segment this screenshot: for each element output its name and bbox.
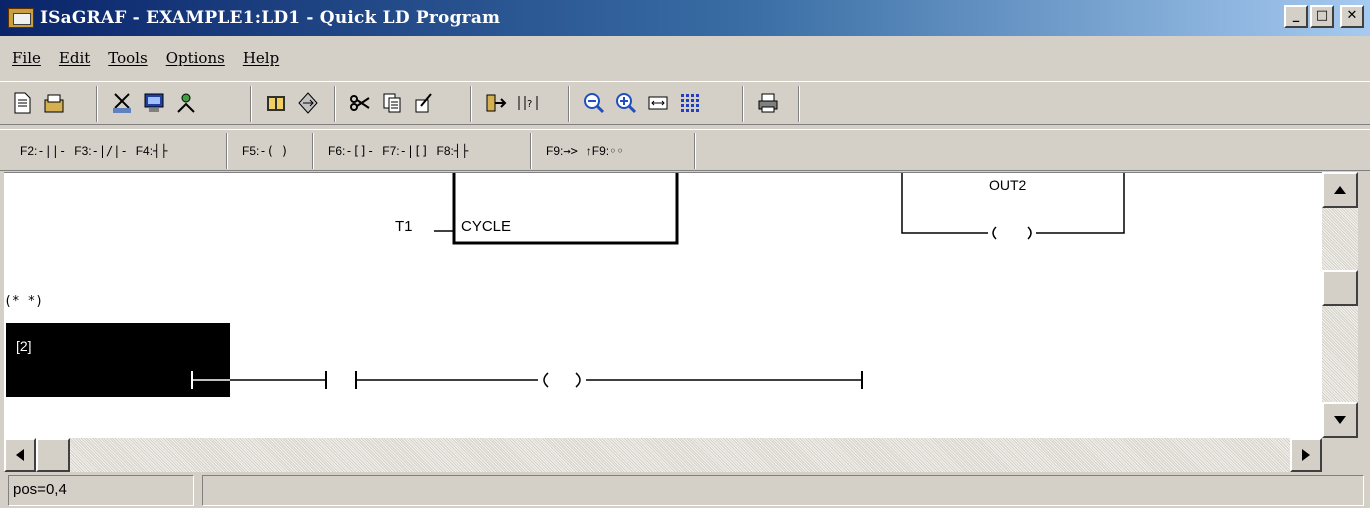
main-toolbar: ? — [0, 81, 1370, 125]
switch-icon[interactable] — [296, 91, 320, 115]
status-position: pos=0,4 — [8, 475, 194, 506]
close-button[interactable]: ✕ — [1340, 5, 1364, 28]
app-icon — [8, 8, 34, 28]
scroll-right-button[interactable] — [1290, 438, 1322, 472]
scrollbar-corner — [1322, 438, 1358, 472]
book-icon[interactable] — [264, 91, 288, 115]
fkey-label: F8: — [436, 144, 454, 158]
out2-right-wire — [1036, 173, 1125, 234]
f7-block-before-button[interactable]: F7:-|[] — [382, 144, 428, 158]
zoom-in-icon[interactable] — [614, 91, 638, 115]
fkey-label: ↑F9: — [585, 144, 610, 158]
fkey-label: F4: — [135, 144, 154, 158]
block-before-icon: -|[] — [399, 144, 429, 158]
fkey-label: F9: — [546, 144, 564, 158]
rung-number: [2] — [16, 338, 32, 354]
menu-file[interactable]: File — [12, 49, 41, 67]
svg-text:?: ? — [527, 99, 532, 110]
insert-icon[interactable] — [484, 91, 508, 115]
menu-bar: File Edit Tools Options Help — [0, 44, 1370, 72]
fkey-label: F3: — [74, 144, 92, 158]
status-message — [202, 475, 1364, 506]
out2-coil-right — [1027, 226, 1032, 240]
out2-left-wire — [901, 173, 988, 234]
arrow-right-icon — [1302, 449, 1310, 461]
arrow-left-icon — [16, 449, 24, 461]
menu-edit[interactable]: Edit — [59, 49, 90, 67]
jump-icon[interactable]: ? — [516, 91, 540, 115]
block-input-label: CYCLE — [461, 218, 511, 235]
fkey-label: F5: — [242, 144, 260, 158]
copy-icon[interactable] — [380, 91, 404, 115]
arrow-down-icon — [1334, 416, 1346, 424]
fkey-label: F7: — [382, 144, 400, 158]
cut-dictionary-icon[interactable] — [110, 91, 134, 115]
fkey-label: F6: — [328, 144, 346, 158]
horizontal-scrollbar[interactable] — [4, 438, 1322, 472]
f4-parallel-contact-button[interactable]: F4:┤├ — [136, 144, 168, 158]
title-bar: ISaGRAF - EXAMPLE1:LD1 - Quick LD Progra… — [0, 0, 1370, 36]
coil-right — [575, 372, 581, 388]
f8-parallel-block-button[interactable]: F8:┤├ — [437, 144, 469, 158]
out2-label: OUT2 — [989, 177, 1027, 193]
arrow-up-icon — [1334, 186, 1346, 194]
window-controls: _ □ ✕ — [1284, 5, 1364, 28]
return-icon: ◦◦ — [609, 144, 624, 158]
scissors-icon[interactable] — [348, 91, 372, 115]
ld-editor[interactable]: T1 CYCLE OUT2 (* *) [2] — [4, 172, 1322, 438]
shift-f9-return-button[interactable]: ↑F9:◦◦ — [586, 144, 624, 158]
parallel-contact-icon: ┤├ — [153, 144, 168, 158]
horizontal-scroll-thumb[interactable] — [36, 438, 70, 472]
ld-toolbar: F2:-||- F3:-|/|- F4:┤├ F5:-( ) F6:-[]- F… — [0, 129, 1370, 171]
window-title: ISaGRAF - EXAMPLE1:LD1 - Quick LD Progra… — [40, 8, 501, 28]
zoom-out-icon[interactable] — [582, 91, 606, 115]
vertical-scroll-thumb[interactable] — [1322, 270, 1358, 306]
menu-options[interactable]: Options — [166, 49, 225, 67]
menu-tools[interactable]: Tools — [108, 49, 147, 67]
grid-icon[interactable] — [678, 91, 702, 115]
rung-comment: (* *) — [4, 294, 43, 309]
paste-icon[interactable] — [412, 91, 436, 115]
block-icon: -[]- — [345, 144, 375, 158]
coil-left — [543, 372, 549, 388]
coil-icon: -( ) — [259, 144, 289, 158]
monitor-icon[interactable] — [142, 91, 166, 115]
f5-coil-button[interactable]: F5:-( ) — [242, 144, 288, 158]
f9-jump-button[interactable]: F9:→> — [546, 144, 578, 158]
f3-negated-contact-button[interactable]: F3:-|/|- — [74, 144, 127, 158]
status-bar: pos=0,4 — [0, 472, 1370, 508]
menu-help[interactable]: Help — [243, 49, 279, 67]
vertical-scrollbar[interactable] — [1322, 172, 1358, 438]
print-icon[interactable] — [756, 91, 780, 115]
scroll-left-button[interactable] — [4, 438, 36, 472]
open-document-icon[interactable] — [42, 91, 66, 115]
out2-coil-left — [992, 226, 997, 240]
new-document-icon[interactable] — [10, 91, 34, 115]
rung-highlight[interactable] — [6, 323, 230, 397]
parallel-block-icon: ┤├ — [453, 144, 469, 158]
f6-block-button[interactable]: F6:-[]- — [328, 144, 374, 158]
scroll-up-button[interactable] — [1322, 172, 1358, 208]
maximize-button[interactable]: □ — [1310, 5, 1334, 28]
contact-icon: -||- — [37, 144, 67, 158]
t1-label: T1 — [395, 218, 413, 235]
scroll-down-button[interactable] — [1322, 402, 1358, 438]
fkey-label: F2: — [20, 144, 38, 158]
network-icon[interactable] — [174, 91, 198, 115]
f2-contact-button[interactable]: F2:-||- — [20, 144, 66, 158]
fit-width-icon[interactable] — [646, 91, 670, 115]
negated-contact-icon: -|/|- — [91, 144, 128, 158]
minimize-button[interactable]: _ — [1284, 5, 1308, 28]
ladder-diagram: T1 CYCLE OUT2 (* *) [2] — [4, 173, 1125, 397]
jump-arrow-icon: →> — [563, 144, 578, 158]
